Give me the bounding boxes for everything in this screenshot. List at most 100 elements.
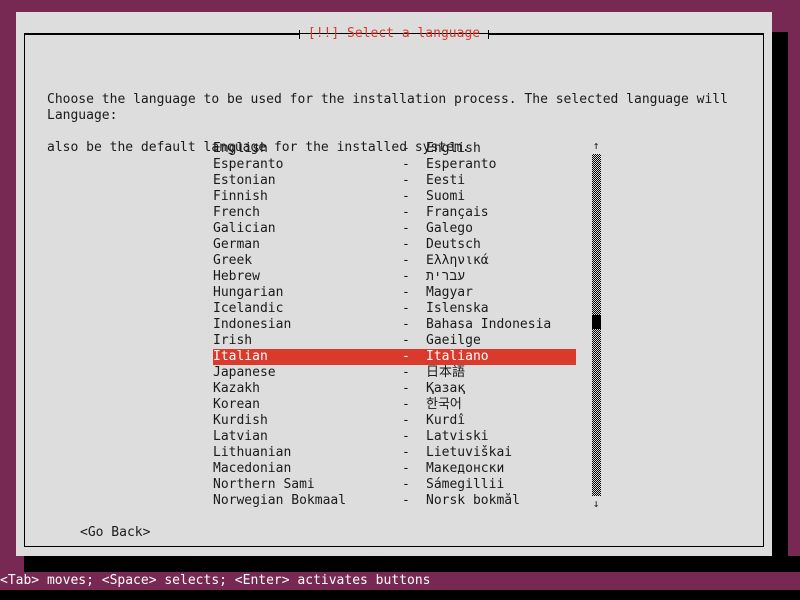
language-separator: -: [402, 253, 410, 268]
language-list-item[interactable]: Japanese - 日本語: [213, 365, 576, 381]
language-name-native: Norsk bokmål: [426, 493, 520, 508]
language-name-english: Hebrew: [213, 269, 260, 284]
language-list-item[interactable]: English - English: [213, 141, 576, 157]
language-name-native: עברית: [426, 269, 466, 284]
language-name-native: Ελληνικά: [426, 253, 489, 268]
page-title: [!!] Select a language: [307, 26, 481, 41]
language-name-english: Kurdish: [213, 413, 268, 428]
language-name-native: Íslenska: [426, 301, 489, 316]
language-list-item[interactable]: Korean - 한국어: [213, 397, 576, 413]
title-rule-left: [24, 29, 300, 39]
language-name-native: Lietuviškai: [426, 445, 513, 460]
language-name-native: Eesti: [426, 173, 466, 188]
language-list-item[interactable]: Greek - Ελληνικά: [213, 253, 576, 269]
language-name-english: Hungarian: [213, 285, 284, 300]
language-list-item[interactable]: Estonian - Eesti: [213, 173, 576, 189]
language-name-native: Kurdî: [426, 413, 466, 428]
language-list-item[interactable]: Latvian - Latviski: [213, 429, 576, 445]
language-list-item[interactable]: Indonesian - Bahasa Indonesia: [213, 317, 576, 333]
language-name-english: Galician: [213, 221, 276, 236]
language-name-english: Northern Sami: [213, 477, 315, 492]
language-separator: -: [402, 141, 410, 156]
language-name-native: Latviski: [426, 429, 489, 444]
language-list-item[interactable]: Irish - Gaeilge: [213, 333, 576, 349]
language-list-item[interactable]: German - Deutsch: [213, 237, 576, 253]
language-list-scrollbar[interactable]: ↑ ↓: [589, 140, 603, 510]
language-list-item[interactable]: Lithuanian - Lietuviškai: [213, 445, 576, 461]
language-name-native: Français: [426, 205, 489, 220]
language-name-native: Italiano: [426, 349, 489, 364]
scroll-down-arrow-icon[interactable]: ↓: [589, 498, 603, 510]
language-name-native: Gaeilge: [426, 333, 481, 348]
language-separator: -: [402, 173, 410, 188]
language-separator: -: [402, 493, 410, 508]
status-bar: <Tab> moves; <Space> selects; <Enter> ac…: [0, 572, 800, 590]
scrollbar-thumb[interactable]: [592, 314, 601, 329]
select-language-dialog: [!!] Select a language Choose the langua…: [16, 12, 772, 556]
language-separator: -: [402, 269, 410, 284]
dialog-title-bar: [!!] Select a language: [24, 26, 764, 42]
language-name-native: 日本語: [426, 365, 466, 380]
language-list-item[interactable]: Hungarian - Magyar: [213, 285, 576, 301]
language-separator: -: [402, 285, 410, 300]
language-name-english: Finnish: [213, 189, 268, 204]
language-list-item[interactable]: Icelandic - Íslenska: [213, 301, 576, 317]
language-name-english: Estonian: [213, 173, 276, 188]
language-list-item[interactable]: Esperanto - Esperanto: [213, 157, 576, 173]
language-list-item[interactable]: Norwegian Bokmaal - Norsk bokmål: [213, 493, 576, 509]
language-name-english: Latvian: [213, 429, 268, 444]
language-name-english: German: [213, 237, 260, 252]
language-name-english: Icelandic: [213, 301, 284, 316]
language-name-native: Bahasa Indonesia: [426, 317, 552, 332]
language-separator: -: [402, 333, 410, 348]
language-list-item[interactable]: Galician - Galego: [213, 221, 576, 237]
language-name-english: Greek: [213, 253, 253, 268]
language-name-english: Kazakh: [213, 381, 260, 396]
language-list-item[interactable]: Northern Sami - Sámegillii: [213, 477, 576, 493]
language-list-item[interactable]: French - Français: [213, 205, 576, 221]
language-separator: -: [402, 317, 410, 332]
language-list-item[interactable]: Kurdish - Kurdî: [213, 413, 576, 429]
language-separator: -: [402, 189, 410, 204]
go-back-button[interactable]: <Go Back>: [80, 525, 150, 541]
language-name-native: 한국어: [426, 397, 462, 412]
language-name-native: English: [426, 141, 481, 156]
language-field-label: Language:: [47, 108, 118, 123]
language-name-english: Indonesian: [213, 317, 292, 332]
language-name-native: Sámegillii: [426, 477, 505, 492]
language-separator: -: [402, 349, 410, 364]
language-separator: -: [402, 237, 410, 252]
language-list-item[interactable]: Finnish - Suomi: [213, 189, 576, 205]
language-name-english: English: [213, 141, 268, 156]
language-separator: -: [402, 381, 410, 396]
language-separator: -: [402, 461, 410, 476]
language-separator: -: [402, 221, 410, 236]
language-name-english: Esperanto: [213, 157, 284, 172]
language-list-item[interactable]: Hebrew - עברית: [213, 269, 576, 285]
language-name-english: Japanese: [213, 365, 276, 380]
language-name-native: Magyar: [426, 285, 473, 300]
language-list-item[interactable]: Macedonian - Македонски: [213, 461, 576, 477]
language-separator: -: [402, 397, 410, 412]
bottom-black-band-2: [0, 590, 800, 600]
language-separator: -: [402, 205, 410, 220]
language-name-english: Macedonian: [213, 461, 292, 476]
scroll-up-arrow-icon[interactable]: ↑: [589, 140, 603, 152]
language-separator: -: [402, 301, 410, 316]
language-name-english: Korean: [213, 397, 260, 412]
language-separator: -: [402, 157, 410, 172]
language-name-english: Italian: [213, 349, 268, 364]
language-list-item[interactable]: Italian - Italiano: [213, 349, 576, 365]
language-name-native: Esperanto: [426, 157, 497, 172]
language-list-item[interactable]: Kazakh - Қазақ: [213, 381, 576, 397]
language-name-english: French: [213, 205, 260, 220]
language-separator: -: [402, 365, 410, 380]
language-name-english: Norwegian Bokmaal: [213, 493, 347, 508]
language-list[interactable]: English - English Esperanto - Esperanto Estoni…: [213, 141, 576, 509]
language-name-english: Irish: [213, 333, 253, 348]
language-separator: -: [402, 413, 410, 428]
instruction-line-1: Choose the language to be used for the i…: [47, 92, 728, 107]
language-name-native: Galego: [426, 221, 473, 236]
language-name-native: Deutsch: [426, 237, 481, 252]
language-separator: -: [402, 445, 410, 460]
